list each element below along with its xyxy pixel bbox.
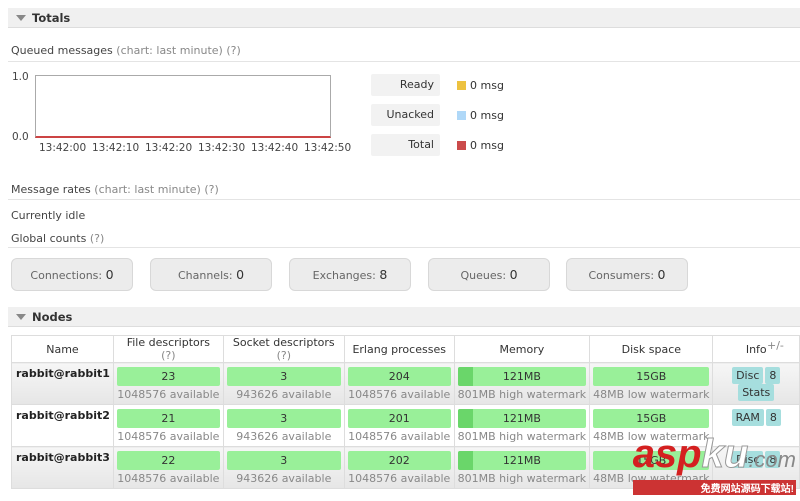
- disk-bar: 15GB: [593, 409, 710, 428]
- disk-cell: 15GB 48MB low watermark: [589, 362, 714, 405]
- count-exchanges-button[interactable]: Exchanges: 8: [289, 258, 411, 291]
- legend-value: 0 msg: [470, 79, 504, 92]
- x-tick: 13:42:10: [92, 142, 140, 154]
- mem-bar: 121MB: [457, 451, 587, 470]
- fd-bar: 22: [116, 451, 220, 470]
- collapse-triangle-icon: [16, 314, 26, 320]
- legend-value: 0 msg: [470, 139, 504, 152]
- x-tick: 13:42:30: [198, 142, 246, 154]
- y-tick: 0.0: [12, 131, 29, 143]
- queued-messages-chart: [35, 75, 331, 138]
- info-tag: 8: [765, 409, 781, 426]
- queued-messages-label: Queued messages (chart: last minute) (?): [11, 44, 241, 57]
- ep-cell: 202 1048576 available: [343, 446, 455, 489]
- divider: [8, 199, 800, 200]
- totals-section-header[interactable]: Totals: [8, 8, 800, 28]
- legend-label: Total: [371, 134, 440, 156]
- info-tag: RAM: [731, 409, 764, 426]
- sd-bar: 3: [226, 409, 341, 428]
- info-tag: Disc: [732, 367, 764, 384]
- legend-swatch-icon: [457, 141, 466, 150]
- ep-bar: 204: [347, 367, 451, 386]
- col-socket-descriptors: Socket descriptors (?): [222, 335, 345, 363]
- help-link[interactable]: (?): [226, 44, 240, 57]
- table-row: rabbit@rabbit1 23 1048576 available 3 94362…: [11, 362, 800, 405]
- sd-bar: 3: [226, 451, 341, 470]
- sd-cell: 3 943626 available: [222, 404, 345, 447]
- node-name-link[interactable]: rabbit@rabbit2: [11, 404, 114, 447]
- mem-cell: 121MB 801MB high watermark: [453, 446, 591, 489]
- info-cell: Disc 8Stats: [712, 362, 800, 405]
- ep-cell: 201 1048576 available: [343, 404, 455, 447]
- help-link[interactable]: (?): [90, 232, 104, 245]
- legend-value: 0 msg: [470, 109, 504, 122]
- watermark-logo: aspku.com 免费网站源码下载站!: [632, 432, 796, 495]
- node-name-link[interactable]: rabbit@rabbit1: [11, 362, 114, 405]
- col-file-descriptors: File descriptors (?): [112, 335, 224, 363]
- node-name-link[interactable]: rabbit@rabbit3: [11, 446, 114, 489]
- info-tag: Stats: [738, 384, 775, 401]
- x-tick: 13:42:20: [145, 142, 193, 154]
- nodes-section-header[interactable]: Nodes: [8, 307, 800, 327]
- ep-cell: 204 1048576 available: [343, 362, 455, 405]
- info-tag: 8: [765, 367, 781, 384]
- col-disk-space: Disk space: [589, 335, 714, 363]
- fd-cell: 21 1048576 available: [112, 404, 224, 447]
- col-info: Info: [712, 335, 800, 363]
- count-queues-button[interactable]: Queues: 0: [428, 258, 550, 291]
- help-link[interactable]: (?): [204, 183, 218, 196]
- mem-bar: 121MB: [457, 367, 587, 386]
- sd-bar: 3: [226, 367, 341, 386]
- count-channels-button[interactable]: Channels: 0: [150, 258, 272, 291]
- ep-bar: 202: [347, 451, 451, 470]
- divider: [8, 61, 800, 62]
- columns-toggle[interactable]: +/-: [767, 339, 784, 352]
- count-consumers-button[interactable]: Consumers: 0: [566, 258, 688, 291]
- legend-label: Unacked: [371, 104, 440, 126]
- y-tick: 1.0: [12, 71, 29, 83]
- collapse-triangle-icon: [16, 15, 26, 21]
- legend-label: Ready: [371, 74, 440, 96]
- fd-bar: 21: [116, 409, 220, 428]
- col-name: Name: [11, 335, 114, 363]
- fd-cell: 23 1048576 available: [112, 362, 224, 405]
- mem-bar: 121MB: [457, 409, 587, 428]
- mem-cell: 121MB 801MB high watermark: [453, 362, 591, 405]
- ep-bar: 201: [347, 409, 451, 428]
- sd-cell: 3 943626 available: [222, 446, 345, 489]
- global-counts-label: Global counts (?): [11, 232, 105, 245]
- divider: [8, 247, 800, 248]
- sd-cell: 3 943626 available: [222, 362, 345, 405]
- fd-bar: 23: [116, 367, 220, 386]
- x-tick: 13:42:50: [304, 142, 352, 154]
- x-tick: 13:42:00: [39, 142, 87, 154]
- legend-swatch-icon: [457, 81, 466, 90]
- count-connections-button[interactable]: Connections: 0: [11, 258, 133, 291]
- message-rates-label: Message rates (chart: last minute) (?): [11, 183, 219, 196]
- mem-cell: 121MB 801MB high watermark: [453, 404, 591, 447]
- x-tick: 13:42:40: [251, 142, 299, 154]
- rates-status: Currently idle: [11, 209, 86, 222]
- col-erlang-processes: Erlang processes: [343, 335, 455, 363]
- legend-swatch-icon: [457, 111, 466, 120]
- fd-cell: 22 1048576 available: [112, 446, 224, 489]
- col-memory: Memory: [453, 335, 591, 363]
- disk-bar: 15GB: [593, 367, 710, 386]
